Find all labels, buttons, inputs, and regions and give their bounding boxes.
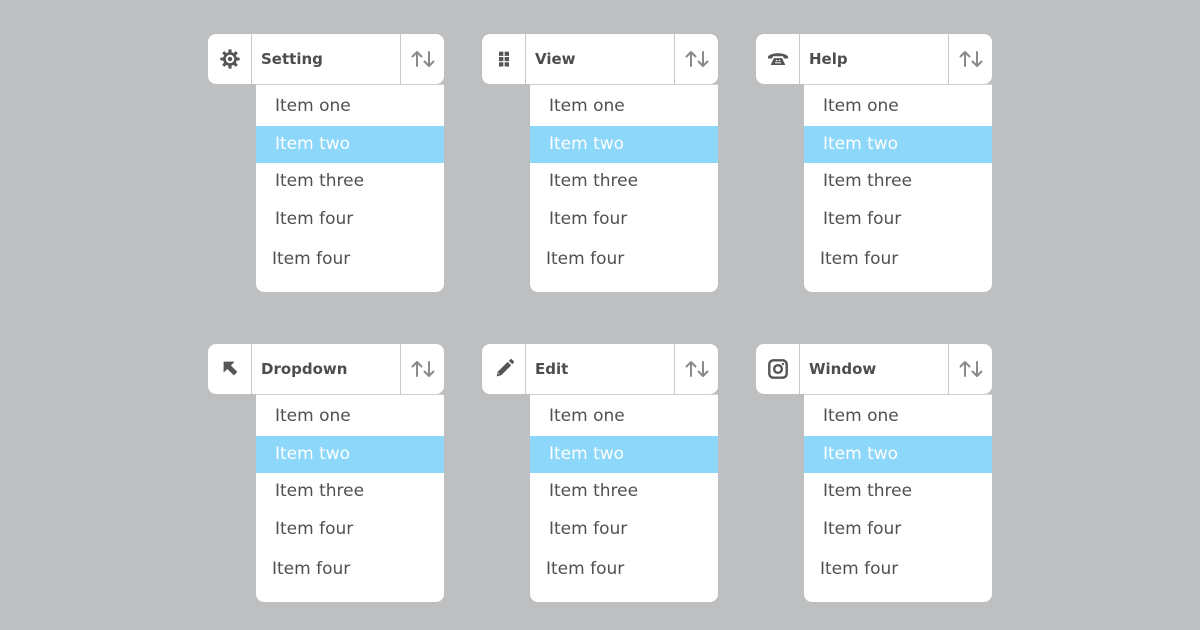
- list-item-selected[interactable]: Item two: [804, 126, 992, 163]
- list-item[interactable]: Item four: [256, 201, 444, 238]
- list-item[interactable]: Item one: [804, 398, 992, 435]
- dropdown-setting: Setting Item one Item two Item three Ite…: [208, 34, 444, 292]
- dropdown-list: Item one Item two Item three Item four I…: [530, 394, 718, 602]
- camera-icon: [756, 344, 800, 394]
- sort-arrows-icon[interactable]: [400, 344, 444, 394]
- list-item[interactable]: Item four: [804, 511, 992, 548]
- dropdown-window: Window Item one Item two Item three Item…: [756, 344, 992, 602]
- sort-arrows-icon[interactable]: [674, 344, 718, 394]
- dropdown-list: Item one Item two Item three Item four I…: [256, 394, 444, 602]
- list-item[interactable]: Item four: [804, 241, 992, 278]
- dropdown-dropdown: Dropdown Item one Item two Item three It…: [208, 344, 444, 602]
- list-item[interactable]: Item four: [530, 201, 718, 238]
- dropdown-list: Item one Item two Item three Item four I…: [804, 394, 992, 602]
- dropdown-list: Item one Item two Item three Item four I…: [256, 84, 444, 292]
- dropdown-header-dropdown[interactable]: Dropdown: [208, 344, 444, 394]
- list-item[interactable]: Item one: [530, 88, 718, 125]
- pencil-icon: [482, 344, 526, 394]
- list-item[interactable]: Item four: [530, 241, 718, 278]
- sort-arrows-icon[interactable]: [674, 34, 718, 84]
- dropdown-title: Window: [809, 360, 877, 378]
- list-item[interactable]: Item three: [804, 473, 992, 510]
- dropdown-title: View: [535, 50, 576, 68]
- sort-arrows-icon[interactable]: [400, 34, 444, 84]
- sort-arrows-icon[interactable]: [948, 344, 992, 394]
- dropdown-title: Dropdown: [261, 360, 348, 378]
- list-item[interactable]: Item four: [530, 551, 718, 588]
- list-item[interactable]: Item four: [256, 511, 444, 548]
- list-item-selected[interactable]: Item two: [530, 126, 718, 163]
- list-item[interactable]: Item four: [804, 551, 992, 588]
- list-item[interactable]: Item one: [256, 398, 444, 435]
- cursor-arrow-icon: [208, 344, 252, 394]
- dropdown-view: View Item one Item two Item three Item f…: [482, 34, 718, 292]
- list-item-selected[interactable]: Item two: [530, 436, 718, 473]
- dropdown-list: Item one Item two Item three Item four I…: [804, 84, 992, 292]
- list-item[interactable]: Item one: [530, 398, 718, 435]
- list-item[interactable]: Item four: [256, 551, 444, 588]
- dropdown-title: Setting: [261, 50, 323, 68]
- dropdown-edit: Edit Item one Item two Item three Item f…: [482, 344, 718, 602]
- list-item[interactable]: Item four: [804, 201, 992, 238]
- list-item[interactable]: Item three: [256, 473, 444, 510]
- list-item[interactable]: Item four: [256, 241, 444, 278]
- grid-icon: [482, 34, 526, 84]
- list-item[interactable]: Item four: [530, 511, 718, 548]
- dropdown-header-view[interactable]: View: [482, 34, 718, 84]
- list-item[interactable]: Item one: [256, 88, 444, 125]
- list-item[interactable]: Item three: [256, 163, 444, 200]
- dropdown-title: Edit: [535, 360, 569, 378]
- list-item[interactable]: Item one: [804, 88, 992, 125]
- dropdown-list: Item one Item two Item three Item four I…: [530, 84, 718, 292]
- dropdown-title: Help: [809, 50, 848, 68]
- list-item[interactable]: Item three: [530, 163, 718, 200]
- dropdown-header-window[interactable]: Window: [756, 344, 992, 394]
- dropdown-header-setting[interactable]: Setting: [208, 34, 444, 84]
- list-item-selected[interactable]: Item two: [256, 126, 444, 163]
- dropdown-help: Help Item one Item two Item three Item f…: [756, 34, 992, 292]
- telephone-icon: [756, 34, 800, 84]
- list-item[interactable]: Item three: [530, 473, 718, 510]
- dropdown-header-help[interactable]: Help: [756, 34, 992, 84]
- dropdown-header-edit[interactable]: Edit: [482, 344, 718, 394]
- list-item-selected[interactable]: Item two: [256, 436, 444, 473]
- list-item[interactable]: Item three: [804, 163, 992, 200]
- list-item-selected[interactable]: Item two: [804, 436, 992, 473]
- sort-arrows-icon[interactable]: [948, 34, 992, 84]
- gear-icon: [208, 34, 252, 84]
